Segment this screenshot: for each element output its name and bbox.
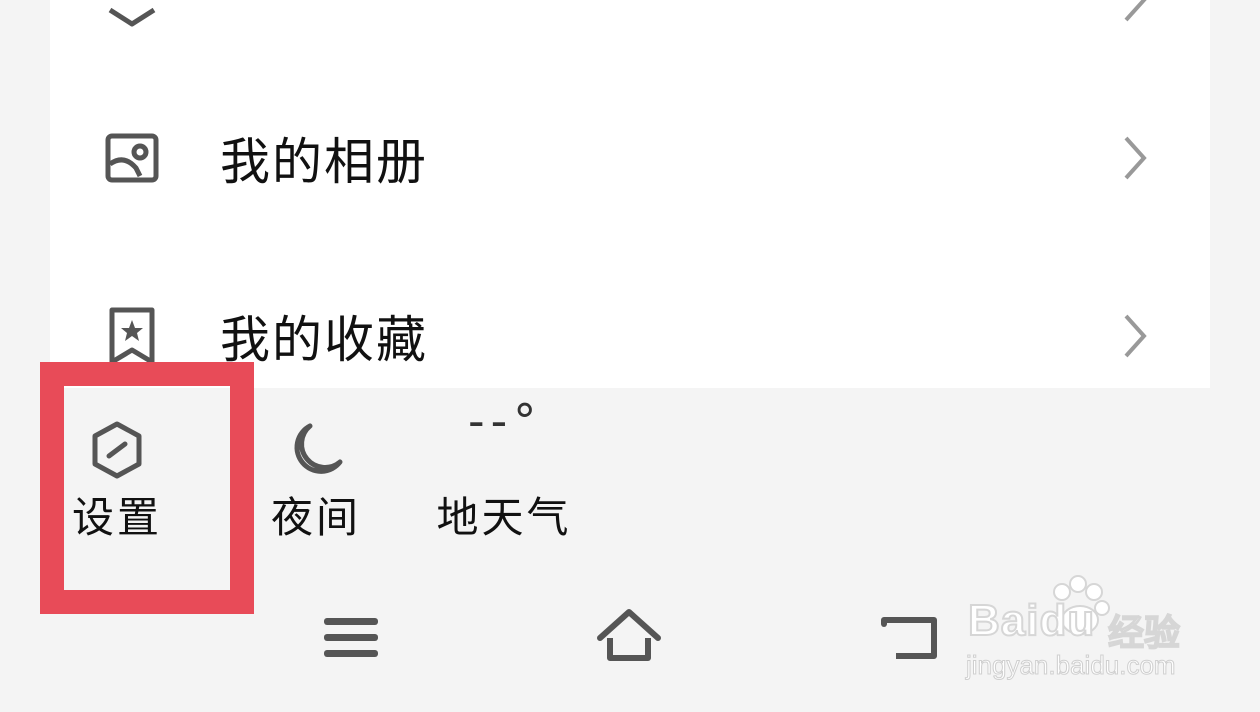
night-mode-button[interactable]: 夜间 <box>258 410 374 550</box>
chevron-right-icon <box>1124 136 1147 180</box>
cube-icon <box>108 7 156 27</box>
settings-hexagon-icon <box>92 421 142 479</box>
watermark-brand-cn: 经验 <box>1107 612 1181 655</box>
chevron-right-icon <box>1124 314 1147 358</box>
watermark-brand: Baidu <box>967 595 1096 646</box>
moon-icon <box>294 423 343 474</box>
menu-item-my-album[interactable]: 我的相册 <box>50 98 1210 218</box>
settings-label: 设置 <box>71 493 162 542</box>
menu-item-my-favorites[interactable]: 我的收藏 <box>50 274 1210 388</box>
menu-item-label: 我的收藏 <box>220 311 428 369</box>
menu-item-label: 我的相册 <box>220 133 428 191</box>
back-icon[interactable] <box>876 604 946 670</box>
hamburger-menu-icon[interactable] <box>316 604 386 670</box>
watermark-url: jingyan.baidu.com <box>966 650 1177 681</box>
weather-label: 地天气 <box>436 493 572 542</box>
chevron-right-icon <box>1124 0 1147 22</box>
night-mode-label: 夜间 <box>270 493 361 542</box>
temperature-readout: --° <box>468 394 543 448</box>
baidu-watermark: Baidu 经验 jingyan.baidu.com <box>964 574 1204 694</box>
weather-button[interactable]: --° 地天气 <box>432 394 576 550</box>
photo-album-icon <box>105 133 159 183</box>
bookmark-star-icon <box>109 307 155 365</box>
menu-item-partial[interactable] <box>50 0 1210 60</box>
paw-logo-icon <box>1053 575 1110 635</box>
settings-button[interactable]: 设置 <box>62 410 172 550</box>
home-icon[interactable] <box>594 604 664 670</box>
menu-card: 我的相册 我的收藏 <box>50 0 1210 388</box>
